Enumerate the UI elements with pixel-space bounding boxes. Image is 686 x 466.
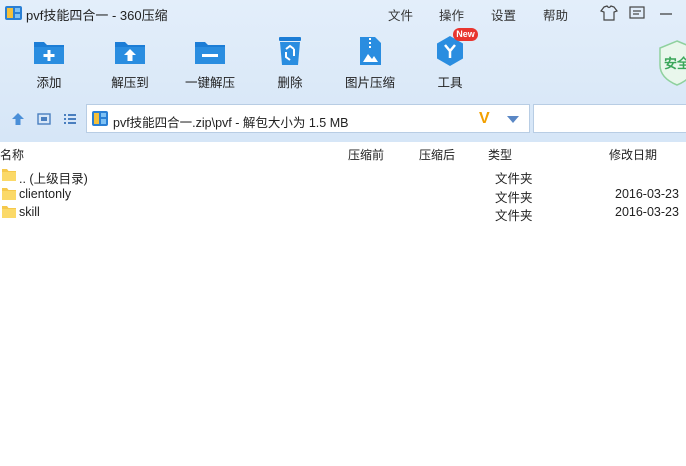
window-title: pvf技能四合一 - 360压缩	[26, 8, 168, 23]
one-click-extract-label: 一键解压	[184, 76, 235, 90]
file-date: 2016-03-23	[615, 205, 679, 219]
app-logo-icon	[5, 6, 22, 20]
folder-icon	[2, 169, 16, 181]
file-date: 2016-03-23	[615, 187, 679, 201]
feedback-icon[interactable]	[626, 3, 648, 23]
image-compress-button[interactable]: 图片压缩	[330, 36, 410, 94]
add-icon	[34, 42, 64, 64]
list-view-icon[interactable]	[63, 112, 77, 126]
file-row[interactable]: clientonly 文件夹 2016-03-23	[0, 185, 686, 205]
extract-to-label: 解压到	[111, 76, 149, 90]
one-click-extract-icon	[195, 42, 225, 64]
delete-label: 删除	[277, 76, 303, 90]
address-bar[interactable]: pvf技能四合一.zip\pvf - 解包大小为 1.5 MB V	[86, 104, 530, 133]
add-button[interactable]: 添加	[9, 36, 89, 94]
folder-icon	[2, 206, 16, 218]
up-arrow-icon[interactable]	[11, 112, 25, 126]
file-type: 文件夹	[495, 209, 533, 223]
one-click-extract-button[interactable]: 一键解压	[170, 36, 250, 94]
column-type[interactable]: 类型	[488, 146, 512, 163]
column-size-after[interactable]: 压缩后	[419, 146, 455, 163]
menu-settings[interactable]: 设置	[491, 5, 516, 24]
file-row[interactable]: skill 文件夹 2016-03-23	[0, 203, 686, 223]
zip-file-icon	[92, 111, 108, 126]
thumbnail-view-icon[interactable]	[37, 112, 51, 126]
file-name: clientonly	[19, 187, 72, 201]
tools-button[interactable]: 工具	[410, 36, 490, 94]
path-dropdown-icon[interactable]	[507, 116, 519, 123]
skin-icon[interactable]	[598, 3, 620, 23]
image-compress-label: 图片压缩	[344, 76, 395, 90]
extract-to-button[interactable]: 解压到	[90, 36, 170, 94]
title-bar: pvf技能四合一 - 360压缩 文件 操作 设置 帮助	[0, 0, 686, 26]
column-name[interactable]: 名称	[0, 146, 24, 163]
column-modified-date[interactable]: 修改日期	[609, 146, 657, 163]
security-shield-icon[interactable]: 安全	[657, 40, 686, 86]
shield-label: 安全	[664, 56, 686, 72]
add-label: 添加	[36, 76, 62, 90]
file-name: skill	[19, 205, 40, 219]
menu-file[interactable]: 文件	[388, 5, 413, 24]
image-compress-icon	[360, 37, 381, 65]
delete-icon	[279, 37, 301, 65]
address-path: pvf技能四合一.zip\pvf - 解包大小为 1.5 MB	[113, 116, 349, 130]
folder-icon	[2, 188, 16, 200]
minimize-icon[interactable]	[655, 3, 677, 23]
file-row[interactable]: .. (上级目录) 文件夹	[0, 166, 686, 186]
menu-help[interactable]: 帮助	[543, 5, 568, 24]
menu-operation[interactable]: 操作	[439, 5, 464, 24]
new-badge: New	[453, 28, 478, 41]
brand-v-icon[interactable]: V	[479, 110, 490, 128]
delete-button[interactable]: 删除	[250, 36, 330, 94]
tools-label: 工具	[437, 76, 463, 90]
search-input[interactable]	[533, 104, 686, 133]
extract-to-icon	[115, 42, 145, 64]
column-size-before[interactable]: 压缩前	[348, 146, 384, 163]
